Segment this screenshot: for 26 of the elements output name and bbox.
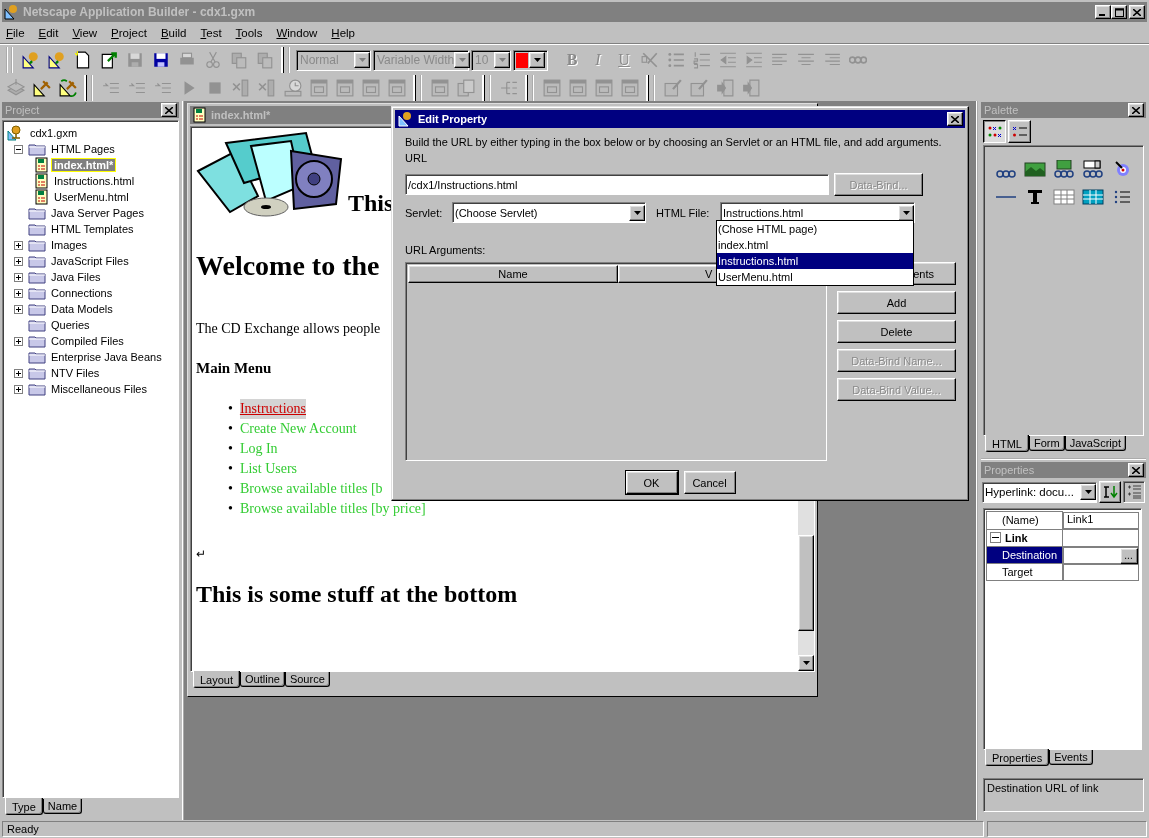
list-bullet: •	[228, 400, 233, 418]
panel-title: Palette	[984, 104, 1019, 116]
list-bullet: •	[228, 440, 233, 458]
property-category: Link	[1005, 531, 1028, 544]
menu-heading: Main Menu	[196, 360, 272, 377]
page-paragraph: The CD Exchange allows people	[196, 321, 381, 337]
page-heading: This	[348, 190, 394, 217]
field-label: Servlet:	[405, 206, 444, 219]
field-label: URL	[405, 152, 427, 166]
panel-title: Properties	[984, 464, 1035, 476]
paragraph-mark: ↵	[196, 547, 206, 562]
status-text: Ready	[2, 821, 984, 837]
editor-title: index.html*	[211, 109, 271, 121]
list-bullet: •	[228, 460, 233, 478]
field-label: URL Arguments:	[405, 244, 486, 256]
page-heading: This is some stuff at the bottom	[196, 581, 518, 608]
panel-title: Project	[5, 104, 40, 116]
field-label: HTML File:	[656, 206, 711, 219]
window-title: Netscape Application Builder - cdx1.gxm	[23, 5, 257, 19]
list-bullet: •	[228, 420, 233, 438]
dialog-instructions: Build the URL by either typing in the box below or by choosing an Servlet or an HTML file, and add arguments.	[405, 136, 942, 150]
property-description: Destination URL of link	[983, 778, 1144, 812]
list-bullet: •	[228, 500, 233, 518]
dialog-title: Edit Property	[418, 113, 489, 125]
list-bullet: •	[228, 480, 233, 498]
page-heading: Welcome to the	[196, 250, 380, 282]
